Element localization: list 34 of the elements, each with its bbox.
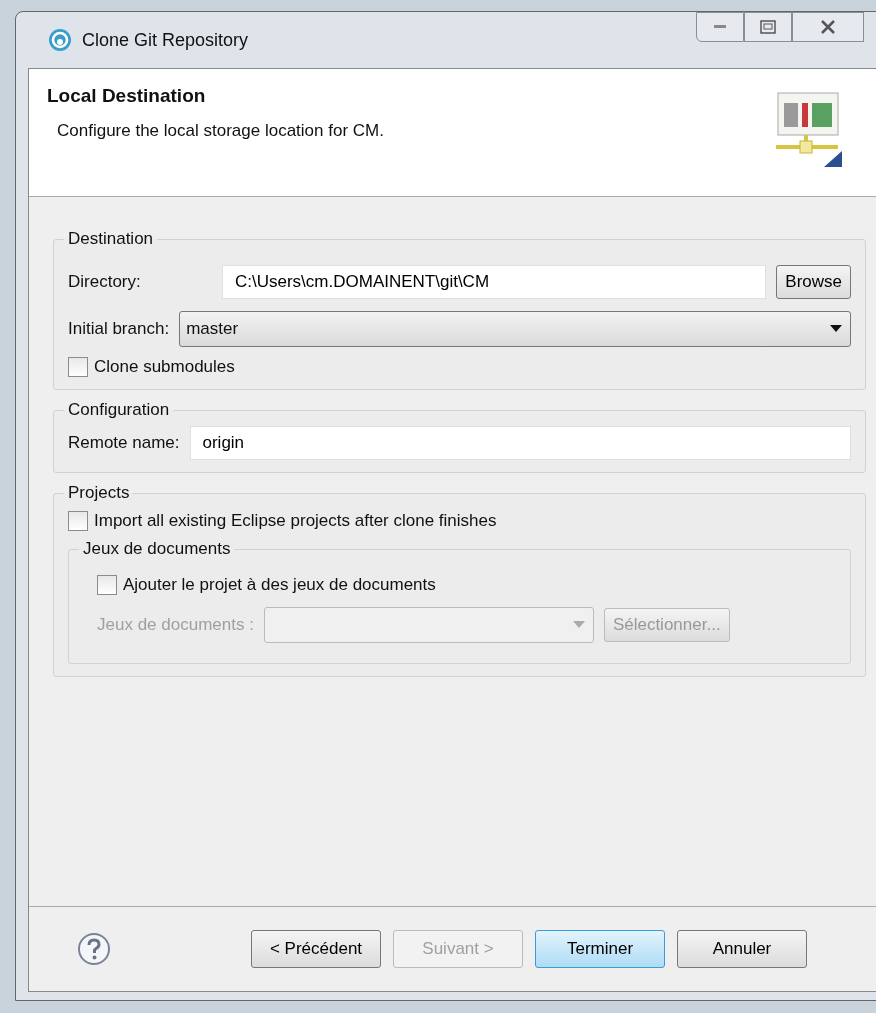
checkbox-label: Ajouter le projet à des jeux de documents <box>123 575 436 595</box>
minimize-icon <box>713 24 727 30</box>
field-label: Jeux de documents : <box>97 615 254 635</box>
app-icon <box>48 28 72 52</box>
dialog-button[interactable]: Annuler <box>677 930 807 968</box>
close-icon <box>819 20 837 34</box>
checkbox-label: Clone submodules <box>94 357 235 377</box>
git-logo-icon <box>774 89 844 169</box>
directory-field[interactable]: C:\Users\cm.DOMAINENT\git\CM <box>222 265 767 299</box>
remote-name-field[interactable]: origin <box>189 426 851 460</box>
checkbox-label: Import all existing Eclipse projects after clone finishes <box>94 511 497 531</box>
checkbox[interactable] <box>68 357 88 377</box>
dialog-button[interactable]: < Précédent <box>251 930 381 968</box>
dialog-button[interactable]: Terminer <box>535 930 665 968</box>
branch-dropdown[interactable]: master <box>179 311 851 347</box>
window-title: Clone Git Repository <box>82 29 249 51</box>
browse-button[interactable]: Browse <box>776 265 851 299</box>
page-description: Configure the local storage location for CM. <box>57 121 384 141</box>
page-title: Local Destination <box>47 85 207 107</box>
field-label: Directory: <box>68 272 142 292</box>
group-label: Destination <box>67 229 155 249</box>
close-button[interactable] <box>792 12 864 42</box>
field-label: Initial branch: <box>68 319 170 339</box>
restore-icon <box>760 20 776 34</box>
checkbox[interactable] <box>68 511 88 531</box>
field-label: Remote name: <box>68 433 180 453</box>
help-icon[interactable] <box>77 932 111 966</box>
group-label: Projects <box>67 483 131 503</box>
maximize-button[interactable] <box>744 12 792 42</box>
dropdown-arrow-icon <box>572 621 585 629</box>
minimize-button[interactable] <box>696 12 744 42</box>
group-label: Configuration <box>67 400 171 420</box>
dropdown-arrow-icon <box>830 325 842 333</box>
group-label: Jeux de documents <box>82 539 232 559</box>
